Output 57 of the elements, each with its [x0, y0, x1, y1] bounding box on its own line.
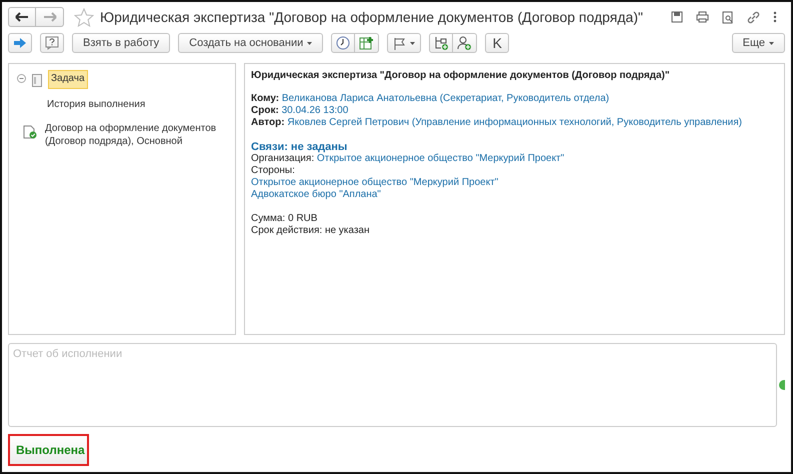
field-label: Автор:: [251, 117, 285, 128]
hierarchy-add-icon: [434, 36, 449, 50]
flag-button[interactable]: [387, 33, 422, 53]
field-value: не указан: [324, 225, 370, 236]
field-link[interactable]: Яковлев Сергей Петрович (Управление информационных технологий, Руководитель управления): [287, 117, 742, 128]
details-title: Юридическая экспертиза "Договор на оформление документов (Договор подряда)": [251, 70, 671, 81]
tree-item[interactable]: Задача: [48, 70, 88, 88]
clock-button[interactable]: [331, 33, 356, 53]
tree-item[interactable]: Договор на оформление документов (Договор подряда), Основной: [43, 121, 227, 150]
links-heading[interactable]: Связи: не заданы: [251, 141, 778, 153]
field-label: Стороны:: [251, 165, 295, 176]
create-based-on-button[interactable]: Создать на основании: [178, 33, 324, 53]
field-link[interactable]: 30.04.26 13:00: [282, 105, 348, 116]
help-icon: [45, 36, 59, 50]
field-link[interactable]: Великанова Лариса Анатольевна (Секретариат, Руководитель отдела): [282, 93, 610, 104]
document-check-icon: [23, 125, 37, 139]
completed-button[interactable]: Выполнена: [8, 434, 89, 466]
more-button[interactable]: Еще: [732, 33, 785, 53]
status-icon[interactable]: [779, 380, 785, 390]
back-icon: [15, 12, 29, 22]
user-add-icon: [457, 36, 472, 50]
caret-icon: [769, 42, 774, 44]
collapse-icon[interactable]: [17, 74, 26, 83]
field-link[interactable]: Адвокатское бюро "Аплана": [251, 189, 381, 200]
report-field[interactable]: Отчет об исполнении: [8, 343, 777, 427]
back-button[interactable]: [8, 7, 36, 27]
user-add-button[interactable]: [453, 33, 478, 53]
print-icon[interactable]: [696, 11, 709, 23]
field-label: Сумма:: [251, 213, 286, 224]
clock-icon: [336, 36, 350, 50]
tree-item[interactable]: История выполнения: [45, 96, 148, 113]
window-title: Юридическая экспертиза "Договор на оформление документов (Договор подряда)": [100, 9, 643, 25]
favorite-star-icon[interactable]: [74, 8, 94, 26]
help-button[interactable]: [40, 33, 64, 53]
field-link[interactable]: Открытое акционерное общество "Меркурий Проект": [251, 177, 498, 188]
table-add-icon: [359, 36, 374, 50]
forward-icon: [42, 12, 56, 22]
table-add-button[interactable]: [355, 33, 380, 53]
document-icon: [32, 74, 42, 87]
arrow-icon: [13, 37, 27, 49]
save-icon[interactable]: [671, 11, 683, 23]
take-to-work-button[interactable]: Взять в работу: [72, 33, 170, 53]
caret-icon: [307, 42, 312, 44]
flag-icon: [393, 36, 406, 50]
field-label: Организация:: [251, 153, 314, 164]
more-icon[interactable]: [773, 11, 777, 23]
caret-icon: [410, 42, 416, 44]
letter-button[interactable]: K: [485, 33, 510, 53]
arrow-button[interactable]: [8, 33, 32, 53]
preview-icon[interactable]: [722, 10, 734, 24]
field-link[interactable]: Открытое акционерное общество "Меркурий Проект": [316, 153, 564, 164]
field-value: 0 RUB: [288, 213, 318, 224]
field-label: Срок:: [251, 105, 279, 116]
link-icon[interactable]: [747, 10, 760, 24]
hierarchy-add-button[interactable]: [429, 33, 454, 53]
field-label: Срок действия:: [251, 225, 322, 236]
field-label: Кому:: [251, 93, 280, 104]
